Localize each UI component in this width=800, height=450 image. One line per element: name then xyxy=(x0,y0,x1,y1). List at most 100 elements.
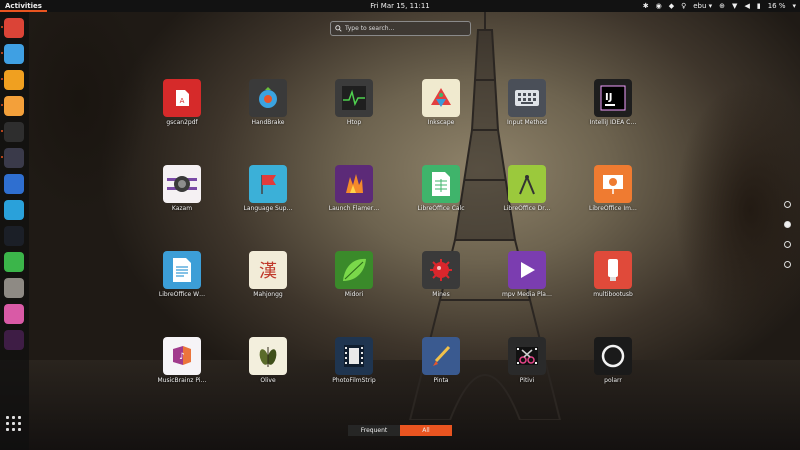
activities-button[interactable]: Activities xyxy=(0,0,47,12)
chrome-icon[interactable] xyxy=(1,18,24,38)
downloader-icon[interactable] xyxy=(4,252,24,272)
play-icon xyxy=(508,251,546,289)
app-label: MusicBrainz Pi… xyxy=(157,377,207,384)
virtualbox-icon[interactable] xyxy=(4,174,24,194)
telegram-icon[interactable] xyxy=(4,200,24,220)
screenshot-icon[interactable] xyxy=(1,96,24,116)
mine-icon xyxy=(422,251,460,289)
app-launcher[interactable]: LibreOffice W… xyxy=(142,251,222,307)
app-launcher[interactable]: HandBrake xyxy=(228,79,308,135)
tree-silhouette-right xyxy=(640,60,800,380)
app-launcher[interactable]: Launch Flamer… xyxy=(314,165,394,221)
pulse-icon xyxy=(335,79,373,117)
app-launcher[interactable]: IJ IntelliJ IDEA C… xyxy=(573,79,653,135)
spreadsheet-icon xyxy=(422,165,460,203)
archiver-icon[interactable] xyxy=(4,278,24,298)
app-launcher[interactable]: Midori xyxy=(314,251,394,307)
app-label: Kazam xyxy=(171,205,193,212)
camera-icon xyxy=(163,165,201,203)
bulb-icon[interactable]: ♀ xyxy=(681,0,686,12)
app-launcher[interactable]: LibreOffice Im… xyxy=(573,165,653,221)
app-launcher[interactable]: Agscan2pdf xyxy=(142,79,222,135)
accessibility-icon[interactable]: ⊕ xyxy=(719,0,725,12)
page-dot[interactable] xyxy=(784,241,791,248)
search-icon xyxy=(335,25,342,32)
app-label: Htop xyxy=(346,119,362,126)
app-launcher[interactable]: LibreOffice Calc xyxy=(401,165,481,221)
app-label: PhotoFilmStrip xyxy=(332,377,376,384)
app-launcher[interactable]: mpv Media Pla… xyxy=(487,251,567,307)
app-label: polarr xyxy=(604,377,622,384)
usb-icon xyxy=(594,251,632,289)
tab-frequent[interactable]: Frequent xyxy=(348,425,400,436)
app-label: Input Method xyxy=(507,119,547,126)
app-label: Pinta xyxy=(433,377,449,384)
app-launcher[interactable]: Kazam xyxy=(142,165,222,221)
app-label: multibootusb xyxy=(593,291,633,298)
running-indicator xyxy=(1,52,3,54)
app-launcher[interactable]: ♪ MusicBrainz Pi… xyxy=(142,337,222,393)
app-launcher[interactable]: 漢 Mahjongg xyxy=(228,251,308,307)
firefox-icon[interactable] xyxy=(1,44,24,64)
search-input[interactable] xyxy=(345,25,465,32)
flag-icon xyxy=(249,165,287,203)
chrome-tray-icon[interactable]: ◉ xyxy=(656,0,662,12)
app-label: mpv Media Pla… xyxy=(501,291,552,298)
slack-icon[interactable] xyxy=(4,330,24,350)
app-label: LibreOffice Dr… xyxy=(503,205,551,212)
steam-icon[interactable] xyxy=(4,226,24,246)
svg-text:♪: ♪ xyxy=(179,352,185,362)
filmstrip-icon xyxy=(335,337,373,375)
chevron-down-icon[interactable]: ▾ xyxy=(792,0,796,12)
page-dot[interactable] xyxy=(784,201,791,208)
app-label: Mahjongg xyxy=(253,291,283,298)
presentation-icon xyxy=(594,165,632,203)
app-label: HandBrake xyxy=(251,119,285,126)
app-launcher[interactable]: Htop xyxy=(314,79,394,135)
slack-tray-icon[interactable]: ✱ xyxy=(643,0,649,12)
app-label: LibreOffice W… xyxy=(158,291,206,298)
compass-icon xyxy=(508,165,546,203)
app-label: Pitivi xyxy=(519,377,535,384)
tab-all[interactable]: All xyxy=(400,425,452,436)
app-launcher[interactable]: polarr xyxy=(573,337,653,393)
app-launcher[interactable]: LibreOffice Dr… xyxy=(487,165,567,221)
app-launcher[interactable]: Olive xyxy=(228,337,308,393)
app-label: Language Sup… xyxy=(243,205,293,212)
page-dot[interactable] xyxy=(784,261,791,268)
app-label: Launch Flamer… xyxy=(328,205,380,212)
user-menu[interactable]: ebu ▾ xyxy=(693,0,712,12)
app-launcher[interactable]: PhotoFilmStrip xyxy=(314,337,394,393)
shield-tray-icon[interactable]: ◆ xyxy=(669,0,674,12)
app-label: Olive xyxy=(260,377,276,384)
app-launcher[interactable]: Mines xyxy=(401,251,481,307)
running-indicator xyxy=(1,130,3,132)
dock xyxy=(0,12,29,450)
obs-icon[interactable] xyxy=(1,148,24,168)
app-label: IntelliJ IDEA C… xyxy=(589,119,637,126)
battery-icon: ▮ xyxy=(756,2,761,10)
app-label: LibreOffice Im… xyxy=(589,205,637,212)
running-indicator xyxy=(1,156,3,158)
intellij-icon: IJ xyxy=(594,79,632,117)
wifi-icon: ▼ xyxy=(732,2,738,10)
clock[interactable]: Fri Mar 15, 11:11 xyxy=(340,0,460,12)
app-label: LibreOffice Calc xyxy=(417,205,465,212)
view-switcher: Frequent All xyxy=(348,425,452,436)
page-dot[interactable] xyxy=(784,221,791,228)
search-box[interactable] xyxy=(330,21,471,36)
headset-icon[interactable] xyxy=(4,304,24,324)
app-launcher[interactable]: Pinta xyxy=(401,337,481,393)
app-launcher[interactable]: Input Method xyxy=(487,79,567,135)
app-label: Inkscape xyxy=(427,119,455,126)
ring-icon xyxy=(594,337,632,375)
show-applications-icon[interactable] xyxy=(6,416,22,432)
mail-icon[interactable] xyxy=(1,70,24,90)
app-launcher[interactable]: multibootusb xyxy=(573,251,653,307)
leaf-icon xyxy=(335,251,373,289)
app-label: Midori xyxy=(344,291,364,298)
app-launcher[interactable]: Pitivi xyxy=(487,337,567,393)
terminal-icon[interactable] xyxy=(1,122,24,142)
app-launcher[interactable]: Inkscape xyxy=(401,79,481,135)
app-launcher[interactable]: Language Sup… xyxy=(228,165,308,221)
